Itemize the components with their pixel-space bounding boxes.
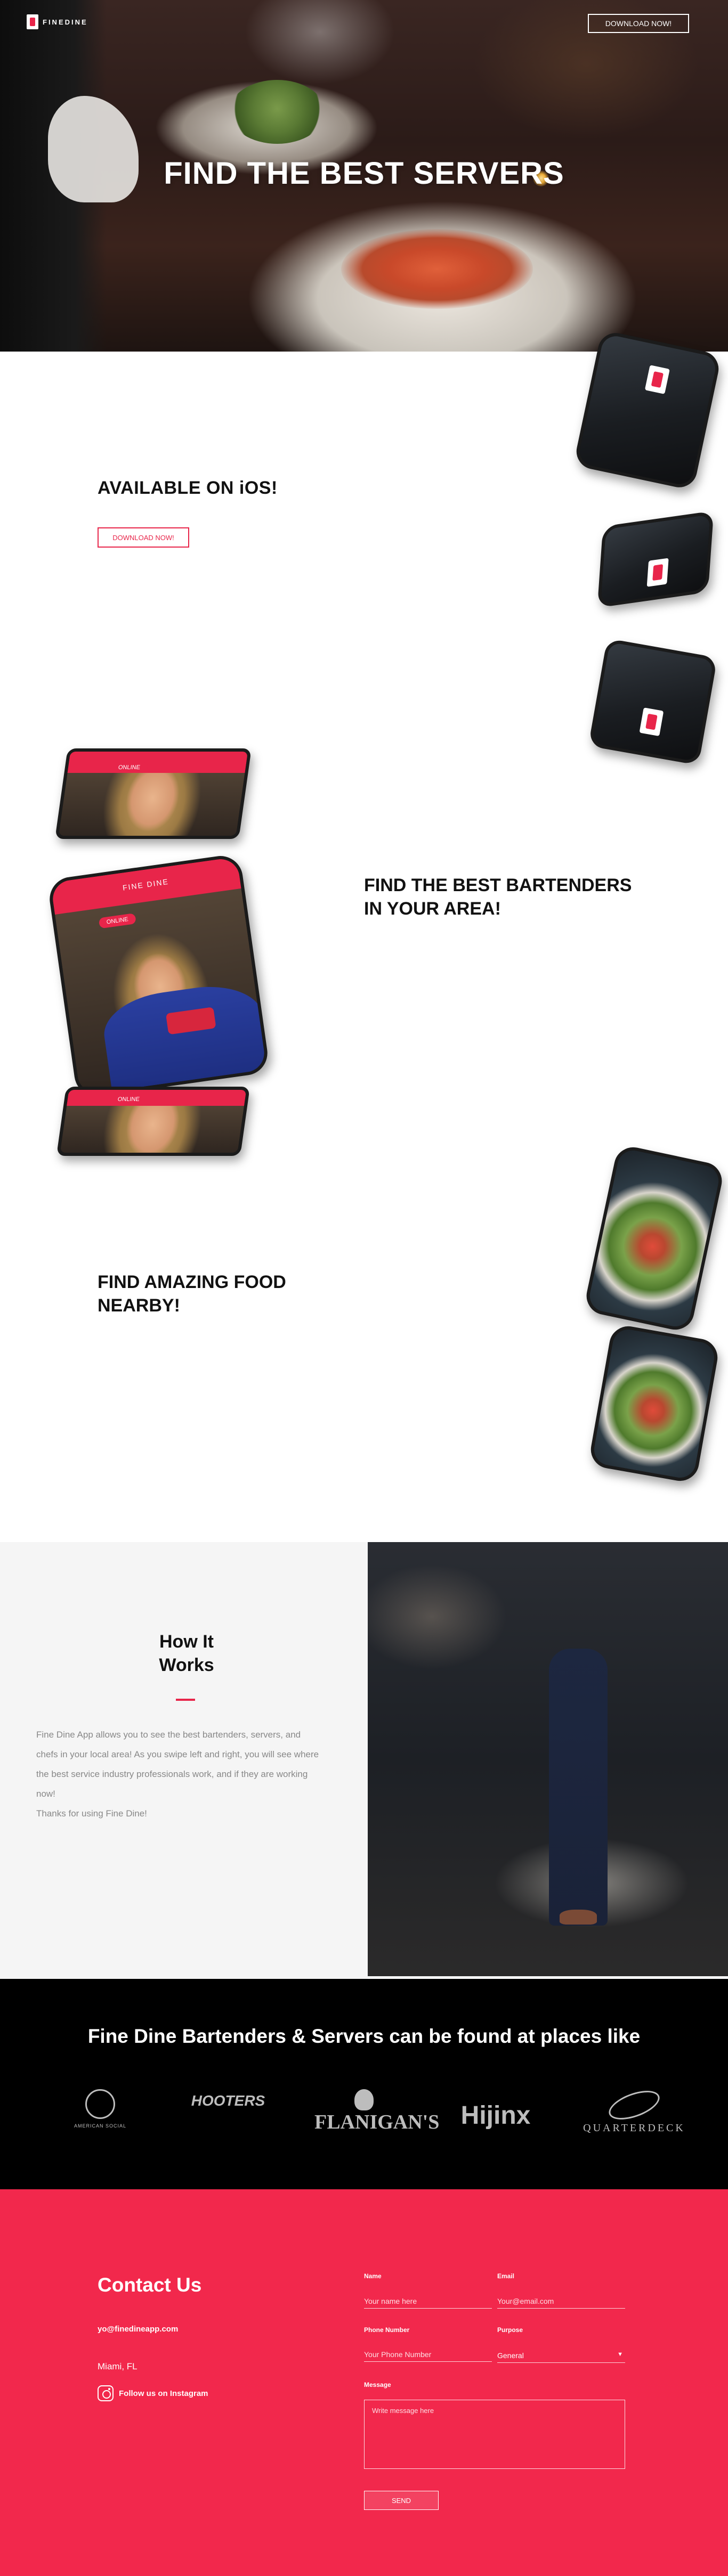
phone-label: Phone Number [364,2326,410,2334]
email-label: Email [497,2272,515,2280]
contact-title: Contact Us [98,2274,202,2296]
salad-plate [229,80,325,144]
how-description: Fine Dine App allows you to see the best… [36,1730,319,1799]
hooters-logo: HOOTERS [191,2092,265,2109]
person-legs [549,1649,608,1926]
phone-mockup-girl-main: FINE DINE ONLINE [46,853,271,1099]
quarterdeck-logo: QUARTERDECK [583,2122,685,2134]
hijinx-logo: Hijinx [460,2101,531,2130]
contact-city: Miami, FL [98,2361,137,2371]
phone-mockup-2 [597,510,714,608]
ios-download-button[interactable]: DOWNLOAD NOW! [98,527,189,548]
how-title-line2: Works [159,1655,214,1675]
flanigans-head-icon [354,2089,374,2110]
finedine-logo-icon [646,558,669,587]
how-title-line1: How It [159,1632,214,1652]
phone-mockup-1 [573,329,722,491]
phone-mockup-food-1 [583,1144,726,1333]
phone-mockup-3 [588,638,718,765]
instagram-link[interactable]: Follow us on Instagram [98,2385,208,2401]
bartenders-title-line2: IN YOUR AREA! [364,899,501,919]
flanigans-logo: FLANIGAN'S [314,2111,440,2133]
partner-brands-section [0,1979,728,2189]
phone-mockup-girl-2: ONLINE [56,1087,250,1156]
how-thanks: Thanks for using Fine Dine! [36,1808,147,1819]
header-download-button[interactable]: DOWNLOAD NOW! [588,14,689,33]
message-textarea[interactable]: Write message here [364,2400,625,2469]
chevron-down-icon: ▼ [617,2351,623,2358]
hero-title: FIND THE BEST SERVERS [164,156,564,191]
food-title: FIND AMAZING FOOD NEARBY! [98,1270,286,1317]
email-input[interactable]: Your@email.com [497,2295,625,2309]
purpose-value: General [497,2351,524,2360]
site-logo[interactable]: FINEDINE [27,14,88,29]
phone-mockup-food-2 [588,1323,721,1484]
send-button[interactable]: SEND [364,2491,439,2510]
food-title-line2: NEARBY! [98,1295,180,1316]
message-label: Message [364,2381,391,2388]
purpose-select[interactable]: General ▼ [497,2349,625,2363]
american-social-label: AMERICAN SOCIAL [74,2123,127,2129]
purpose-label: Purpose [497,2326,523,2334]
american-social-logo: AMERICAN SOCIAL [71,2089,130,2137]
instagram-icon [98,2385,114,2401]
title-underline [176,1699,195,1701]
name-label: Name [364,2272,382,2280]
phone-input[interactable]: Your Phone Number [364,2348,492,2362]
online-badge: ONLINE [109,1094,148,1105]
how-it-works-text: Fine Dine App allows you to see the best… [36,1725,324,1823]
name-input[interactable]: Your name here [364,2295,492,2309]
bartenders-title-line1: FIND THE BEST BARTENDERS [364,875,632,895]
how-it-works-title: How It Works [0,1630,373,1677]
bruschetta-plate [341,229,533,309]
logo-text: FINEDINE [43,18,88,26]
food-title-line1: FIND AMAZING FOOD [98,1272,286,1292]
bartender-photo [368,1542,728,1976]
person-shoe [560,1910,597,1925]
brands-title: Fine Dine Bartenders & Servers can be fo… [87,2025,641,2047]
bartenders-title: FIND THE BEST BARTENDERS IN YOUR AREA! [364,874,632,920]
contact-email-link[interactable]: yo@finedineapp.com [98,2325,178,2334]
phone-mockup-girl-1: ONLINE [55,748,252,839]
american-social-emblem-icon [85,2089,115,2119]
finedine-logo-icon [27,14,38,29]
instagram-label: Follow us on Instagram [119,2388,208,2398]
ios-title: AVAILABLE ON iOS! [98,478,278,498]
online-badge: ONLINE [110,762,149,773]
